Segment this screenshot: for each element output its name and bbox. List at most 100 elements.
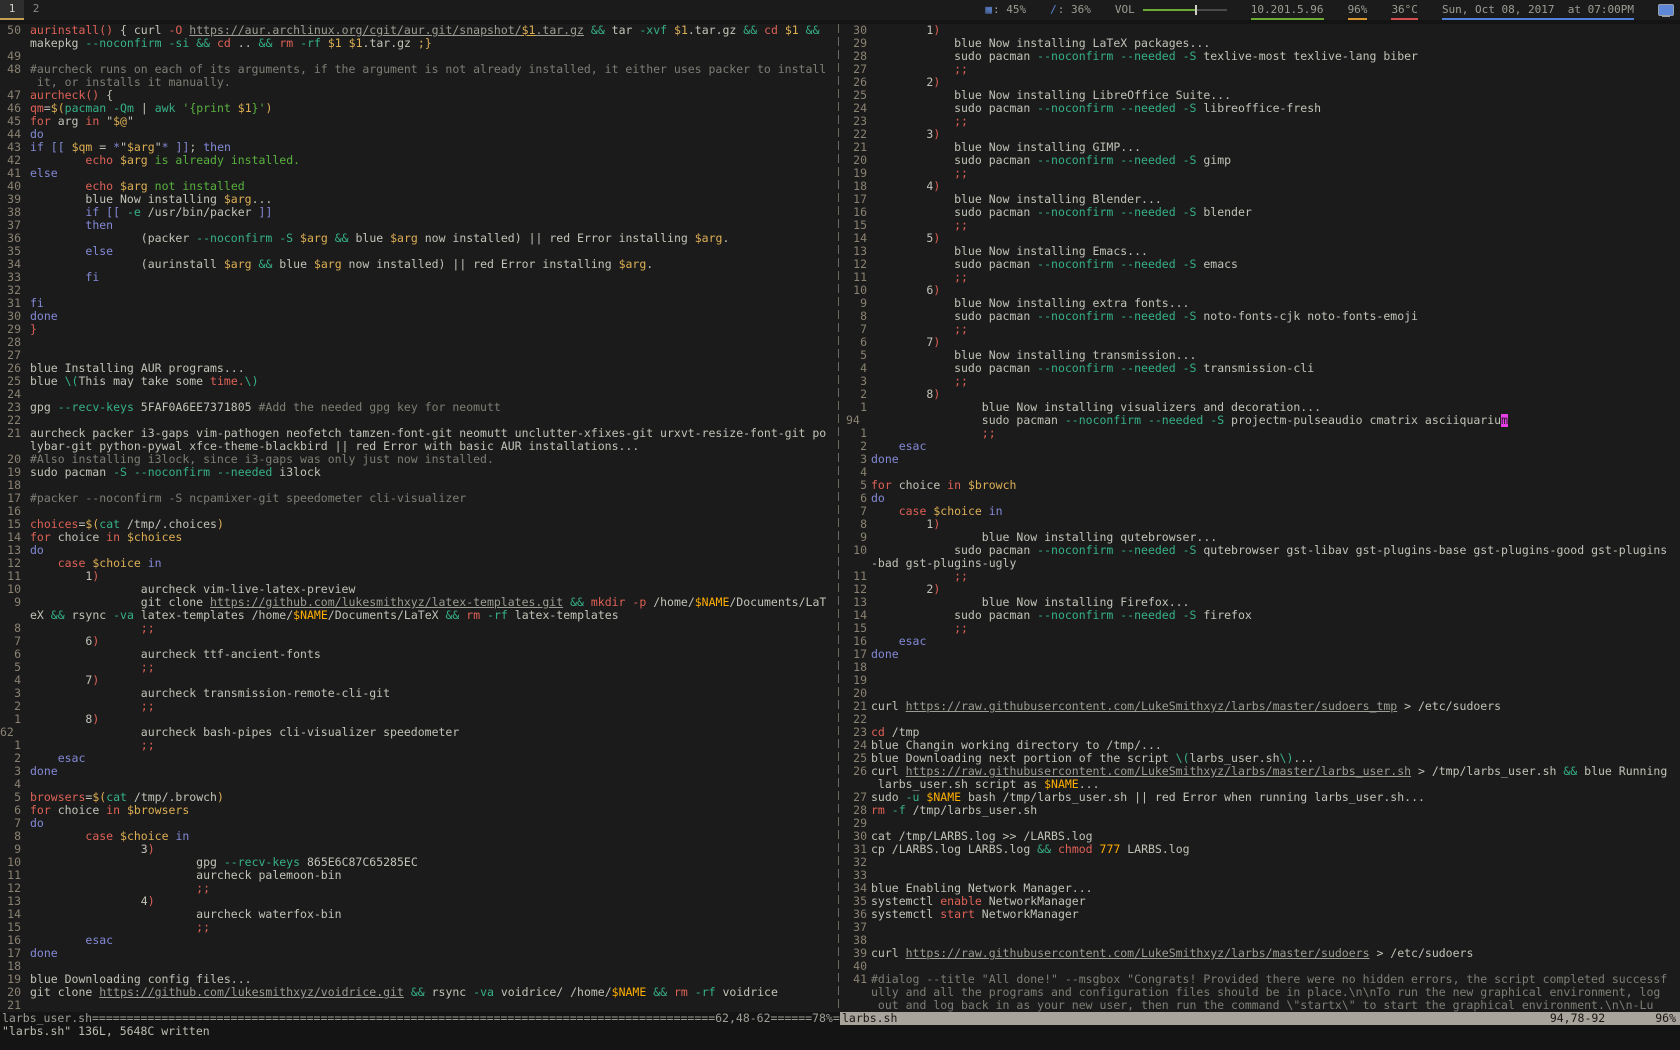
code-row: 25blue \(This may take some time.\) bbox=[0, 375, 838, 388]
code-row: 18 bbox=[0, 960, 838, 973]
tag-list: 12 bbox=[0, 0, 48, 20]
code-row: 32 bbox=[0, 284, 838, 297]
code-row: 11 ;; bbox=[846, 570, 1680, 583]
code-row: 1 blue Now installing visualizers and de… bbox=[846, 401, 1680, 414]
code-row: 30cat /tmp/LARBS.log >> /LARBS.log bbox=[846, 830, 1680, 843]
status-battery: 96% bbox=[1348, 0, 1368, 20]
code-row: 43if [[ $qm = *"$arg"* ]]; then bbox=[0, 141, 838, 154]
volume-slider[interactable]: VOL bbox=[1115, 0, 1227, 20]
vim-editor: 50aurinstall() { curl -O https://aur.arc… bbox=[0, 24, 1680, 1012]
code-row: 16 sudo pacman --noconfirm --needed -S b… bbox=[846, 206, 1680, 219]
code-row: 10 6) bbox=[846, 284, 1680, 297]
systray[interactable] bbox=[1658, 0, 1674, 20]
code-row: 38 bbox=[846, 934, 1680, 947]
code-row: 26 2) bbox=[846, 76, 1680, 89]
code-row: makepkg --noconfirm -si && cd .. && rm -… bbox=[0, 37, 838, 50]
code-row: eX && rsync -va latex-templates /home/$N… bbox=[0, 609, 838, 622]
code-row: 37 bbox=[846, 921, 1680, 934]
code-row: 44do bbox=[0, 128, 838, 141]
code-row: 23 ;; bbox=[846, 115, 1680, 128]
code-row: 35systemctl enable NetworkManager bbox=[846, 895, 1680, 908]
code-row: 12 case $choice in bbox=[0, 557, 838, 570]
code-row: 11 1) bbox=[0, 570, 838, 583]
code-row: 15 ;; bbox=[846, 219, 1680, 232]
code-row: 28rm -f /tmp/larbs_user.sh bbox=[846, 804, 1680, 817]
code-row: 14 aurcheck waterfox-bin bbox=[0, 908, 838, 921]
code-row: 48#aurcheck runs on each of its argument… bbox=[0, 63, 838, 76]
code-row: 20 sudo pacman --noconfirm --needed -S g… bbox=[846, 154, 1680, 167]
code-row: 36systemctl start NetworkManager bbox=[846, 908, 1680, 921]
code-row: 8 ;; bbox=[0, 622, 838, 635]
code-row: 31fi bbox=[0, 297, 838, 310]
code-row: 4 7) bbox=[0, 674, 838, 687]
code-row: 9 git clone https://github.com/lukesmith… bbox=[0, 596, 838, 609]
code-row: 24 sudo pacman --noconfirm --needed -S l… bbox=[846, 102, 1680, 115]
code-row: 8 case $choice in bbox=[0, 830, 838, 843]
code-row: 30 1) bbox=[846, 24, 1680, 37]
code-row: 7do bbox=[0, 817, 838, 830]
code-row: 9 blue Now installing extra fonts... bbox=[846, 297, 1680, 310]
code-row: 12 ;; bbox=[0, 882, 838, 895]
code-row: 14for choice in $choices bbox=[0, 531, 838, 544]
code-row: 13 4) bbox=[0, 895, 838, 908]
code-row: 16 bbox=[0, 505, 838, 518]
code-row: 30done bbox=[0, 310, 838, 323]
code-row: 5 ;; bbox=[0, 661, 838, 674]
monitor-icon[interactable] bbox=[1658, 4, 1674, 17]
code-row: 4 bbox=[846, 466, 1680, 479]
pane-larbs-sh[interactable]: 30 1)29 blue Now installing LaTeX packag… bbox=[846, 24, 1680, 1012]
code-row: 10 sudo pacman --noconfirm --needed -S q… bbox=[846, 544, 1680, 557]
code-row: 62 aurcheck bash-pipes cli-visualizer sp… bbox=[0, 726, 838, 739]
code-row: 20git clone https://github.com/lukesmith… bbox=[0, 986, 838, 999]
code-row: 2 esac bbox=[0, 752, 838, 765]
code-row: 46qm=$(pacman -Qm | awk '{print $1}') bbox=[0, 102, 838, 115]
code-row: 24 bbox=[0, 388, 838, 401]
code-row: lybar-git python-pywal xfce-theme-blackb… bbox=[0, 440, 838, 453]
scroll-percent: 96% bbox=[1655, 1012, 1676, 1025]
code-row: 15choices=$(cat /tmp/.choices) bbox=[0, 518, 838, 531]
code-row: 16 esac bbox=[846, 635, 1680, 648]
code-row: 18 bbox=[846, 661, 1680, 674]
root-usage-icon: / bbox=[1050, 1, 1057, 19]
code-row: it, or installs it manually. bbox=[0, 76, 838, 89]
pane-larbs-user-sh[interactable]: 50aurinstall() { curl -O https://aur.arc… bbox=[0, 24, 838, 1012]
code-row: 41else bbox=[0, 167, 838, 180]
workspace-tag-1[interactable]: 1 bbox=[0, 0, 24, 20]
code-row: 23cd /tmp bbox=[846, 726, 1680, 739]
code-row: 20#Also installing i3lock, since i3-gaps… bbox=[0, 453, 838, 466]
code-row: 11 aurcheck palemoon-bin bbox=[0, 869, 838, 882]
code-row: 18 bbox=[0, 479, 838, 492]
status-temperature: 36°C bbox=[1391, 0, 1418, 20]
code-row: 42 echo $arg is already installed. bbox=[0, 154, 838, 167]
code-row: 33 bbox=[846, 869, 1680, 882]
code-row: 17 blue Now installing Blender... bbox=[846, 193, 1680, 206]
code-row: 3 ;; bbox=[846, 375, 1680, 388]
window-separator[interactable] bbox=[838, 24, 839, 1012]
code-row: 27sudo -u $NAME bash /tmp/larbs_user.sh … bbox=[846, 791, 1680, 804]
code-row: 22 3) bbox=[846, 128, 1680, 141]
code-row: 17#packer --noconfirm -S ncpamixer-git s… bbox=[0, 492, 838, 505]
code-row: 6for choice in $browsers bbox=[0, 804, 838, 817]
code-row: 41#dialog --title "All done!" --msgbox "… bbox=[846, 973, 1680, 986]
code-row: 32 bbox=[846, 856, 1680, 869]
workspace-tag-2[interactable]: 2 bbox=[24, 0, 48, 20]
code-row: 50aurinstall() { curl -O https://aur.arc… bbox=[0, 24, 838, 37]
memory-usage-icon: ▦ bbox=[985, 1, 992, 19]
code-row: 10 aurcheck vim-live-latex-preview bbox=[0, 583, 838, 596]
code-row: 10 gpg --recv-keys 865E6C87C65285EC bbox=[0, 856, 838, 869]
code-row: 13 blue Now installing Emacs... bbox=[846, 245, 1680, 258]
code-row: 25blue Downloading next portion of the s… bbox=[846, 752, 1680, 765]
code-row: 2 ;; bbox=[0, 700, 838, 713]
code-row: 1 8) bbox=[0, 713, 838, 726]
code-row: 19sudo pacman -S --noconfirm --needed i3… bbox=[0, 466, 838, 479]
status-root-usage: /: 36% bbox=[1050, 0, 1091, 20]
code-row: 16 esac bbox=[0, 934, 838, 947]
code-row: 29} bbox=[0, 323, 838, 336]
code-row: 37 then bbox=[0, 219, 838, 232]
code-row: 19 ;; bbox=[846, 167, 1680, 180]
code-row: 14 5) bbox=[846, 232, 1680, 245]
code-row: 25 blue Now installing LibreOffice Suite… bbox=[846, 89, 1680, 102]
code-row: 5for choice in $browch bbox=[846, 479, 1680, 492]
code-row: 12 sudo pacman --noconfirm --needed -S e… bbox=[846, 258, 1680, 271]
code-row: 7 case $choice in bbox=[846, 505, 1680, 518]
